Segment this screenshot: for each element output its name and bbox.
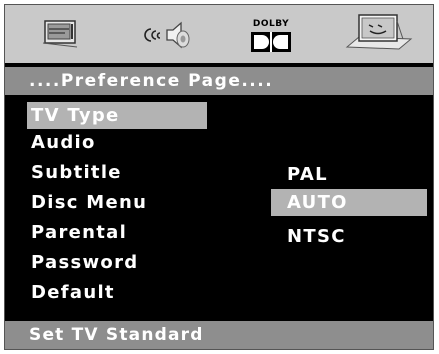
option-auto[interactable]: AUTO — [271, 189, 427, 216]
menu-item-subtitle[interactable]: Subtitle — [27, 159, 122, 186]
dolby-double-d-logo — [251, 32, 291, 52]
menu-item-tv-type[interactable]: TV Type — [27, 102, 207, 129]
option-pal[interactable]: PAL — [271, 161, 328, 188]
menu-item-audio[interactable]: Audio — [27, 129, 96, 156]
page-title: ....Preference Page.... — [5, 67, 433, 95]
general-setup-icon[interactable] — [39, 9, 83, 59]
menu-item-parental[interactable]: Parental — [27, 219, 127, 246]
dolby-label: DOLBY — [252, 19, 290, 29]
setup-icon-bar: DOLBY — [5, 5, 433, 63]
audio-setup-icon[interactable] — [137, 9, 197, 59]
osd-setup-window: DOLBY ....Preference Page.... TV Type Au… — [4, 4, 434, 350]
dolby-digital-icon[interactable]: DOLBY — [245, 9, 297, 59]
menu-item-disc-menu[interactable]: Disc Menu — [27, 189, 147, 216]
menu-item-password[interactable]: Password — [27, 249, 138, 276]
menu-item-default[interactable]: Default — [27, 279, 115, 306]
preference-setup-icon[interactable] — [341, 9, 415, 59]
option-ntsc[interactable]: NTSC — [271, 223, 346, 250]
status-bar: Set TV Standard — [5, 321, 433, 349]
